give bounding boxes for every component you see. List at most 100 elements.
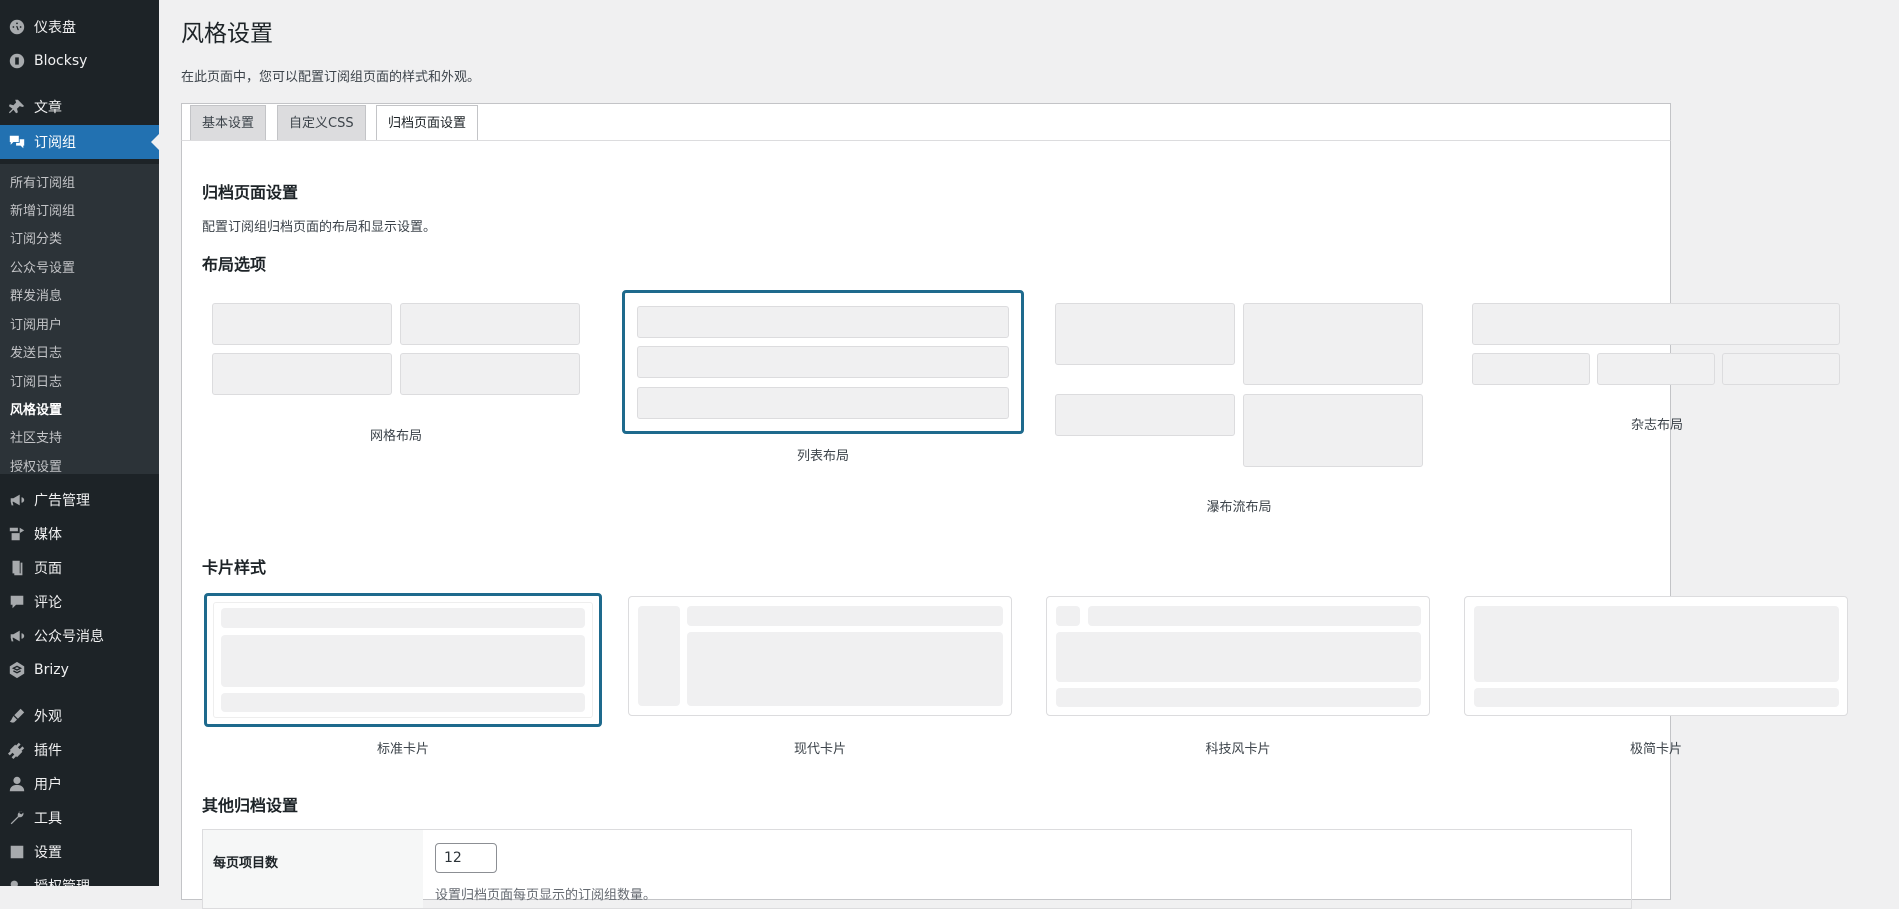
layout-heading: 布局选项 — [202, 255, 267, 274]
menu-label: 公众号消息 — [34, 629, 104, 645]
megaphone-icon — [0, 627, 34, 645]
menu-label: 用户 — [34, 777, 62, 793]
menu-subscription-groups[interactable]: 订阅组 — [0, 125, 159, 159]
menu-tools[interactable]: 工具 — [0, 801, 159, 835]
menu-brizy[interactable]: Brizy — [0, 653, 159, 687]
menu-media[interactable]: 媒体 — [0, 517, 159, 551]
tab-archive-page-settings[interactable]: 归档页面设置 — [376, 105, 479, 142]
submenu: 所有订阅组 新增订阅组 订阅分类 公众号设置 群发消息 订阅用户 发送日志 订阅… — [0, 164, 159, 475]
user-icon — [0, 775, 34, 793]
menu-label: 工具 — [34, 811, 62, 827]
menu-pages[interactable]: 页面 — [0, 551, 159, 585]
submenu-license[interactable]: 授权设置 — [10, 458, 62, 478]
pin-icon — [0, 98, 34, 116]
submenu-community[interactable]: 社区支持 — [10, 429, 62, 449]
magazine-placeholder — [1722, 353, 1840, 385]
menu-label: 设置 — [34, 845, 62, 861]
menu-label: Brizy — [34, 662, 69, 678]
submenu-add-group[interactable]: 新增订阅组 — [10, 202, 75, 222]
card-label-minimal: 极简卡片 — [1629, 742, 1682, 757]
layout-option-magazine[interactable] — [1472, 303, 1842, 393]
tab-basic-settings[interactable]: 基本设置 — [190, 105, 267, 141]
card-style-heading: 卡片样式 — [202, 558, 267, 577]
menu-label: 仪表盘 — [34, 20, 76, 36]
archive-heading: 归档页面设置 — [202, 183, 299, 202]
grid-placeholder — [400, 303, 580, 345]
menu-plugins[interactable]: 插件 — [0, 733, 159, 767]
card-option-modern[interactable] — [628, 596, 1012, 716]
card-placeholder — [221, 635, 585, 687]
card-label-tech: 科技风卡片 — [1205, 742, 1271, 757]
submenu-broadcast[interactable]: 群发消息 — [10, 287, 62, 307]
page-icon — [0, 559, 34, 577]
menu-label: 插件 — [34, 743, 62, 759]
list-placeholder — [637, 387, 1009, 419]
submenu-official-account[interactable]: 公众号设置 — [10, 259, 75, 279]
layout-option-list[interactable] — [622, 290, 1024, 434]
card-placeholder — [1056, 688, 1421, 707]
archive-description: 配置订阅组归档页面的布局和显示设置。 — [202, 220, 437, 235]
layout-label-magazine: 杂志布局 — [1630, 418, 1683, 433]
submenu-all-groups[interactable]: 所有订阅组 — [10, 174, 75, 194]
menu-label: 媒体 — [34, 527, 62, 543]
card-placeholder — [221, 693, 585, 712]
dashboard-icon — [0, 18, 34, 36]
grid-placeholder — [212, 303, 392, 345]
layout-label-masonry: 瀑布流布局 — [1206, 500, 1272, 515]
blocksy-icon — [0, 52, 34, 70]
menu-label: 广告管理 — [34, 493, 90, 509]
menu-ads[interactable]: 广告管理 — [0, 483, 159, 517]
magazine-placeholder — [1472, 303, 1840, 345]
menu-label: 订阅组 — [34, 135, 76, 151]
card-option-standard[interactable] — [204, 593, 602, 727]
grid-placeholder — [212, 353, 392, 395]
menu-settings[interactable]: 设置 — [0, 835, 159, 869]
menu-label: 文章 — [34, 100, 62, 116]
card-placeholder — [638, 606, 680, 706]
submenu-categories[interactable]: 订阅分类 — [10, 230, 62, 250]
menu-label: 外观 — [34, 709, 62, 725]
layout-label-grid: 网格布局 — [369, 429, 422, 444]
layout-label-list: 列表布局 — [796, 449, 849, 464]
submenu-style-settings[interactable]: 风格设置 — [10, 401, 62, 421]
settings-tabs: 基本设置 自定义CSS 归档页面设置 — [181, 103, 1671, 142]
masonry-placeholder — [1055, 303, 1235, 365]
per-page-help: 设置归档页面每页显示的订阅组数量。 — [435, 888, 657, 903]
layout-option-grid[interactable] — [212, 303, 582, 403]
menu-official-messages[interactable]: 公众号消息 — [0, 619, 159, 653]
card-option-minimal[interactable] — [1464, 596, 1848, 716]
list-placeholder — [637, 306, 1009, 338]
menu-label: Blocksy — [34, 53, 88, 69]
list-placeholder — [637, 346, 1009, 378]
tab-custom-css[interactable]: 自定义CSS — [277, 105, 366, 141]
card-label-standard: 标准卡片 — [376, 742, 429, 757]
menu-blocksy[interactable]: Blocksy — [0, 44, 159, 78]
menu-dashboard[interactable]: 仪表盘 — [0, 10, 159, 44]
card-placeholder — [687, 632, 1003, 706]
masonry-placeholder — [1243, 303, 1423, 385]
submenu-subscribers[interactable]: 订阅用户 — [10, 316, 62, 336]
menu-users[interactable]: 用户 — [0, 767, 159, 801]
menu-license-management[interactable]: 授权管理 — [0, 869, 159, 886]
admin-sidebar: 仪表盘 Blocksy 文章 订阅组 所有订阅组 新增订阅组 订阅分类 公众号设… — [0, 0, 159, 886]
card-option-tech[interactable] — [1046, 596, 1430, 716]
menu-posts[interactable]: 文章 — [0, 90, 159, 124]
card-placeholder — [1088, 606, 1421, 626]
per-page-input[interactable] — [435, 843, 497, 873]
brush-icon — [0, 707, 34, 725]
settings-row-header: 每页项目数 — [203, 830, 423, 908]
submenu-subscribe-log[interactable]: 订阅日志 — [10, 373, 62, 393]
card-placeholder — [687, 606, 1003, 626]
submenu-send-log[interactable]: 发送日志 — [10, 344, 62, 364]
page-description: 在此页面中，您可以配置订阅组页面的样式和外观。 — [181, 70, 481, 85]
comment-icon — [0, 593, 34, 611]
layout-option-masonry[interactable] — [1055, 303, 1425, 468]
menu-appearance[interactable]: 外观 — [0, 699, 159, 733]
masonry-placeholder — [1055, 394, 1235, 436]
archive-settings-panel: 归档页面设置 配置订阅组归档页面的布局和显示设置。 布局选项 网格布局 列表布局… — [181, 140, 1848, 909]
card-placeholder — [1056, 606, 1080, 626]
card-placeholder — [1474, 688, 1839, 707]
card-placeholder — [221, 608, 585, 628]
menu-comments[interactable]: 评论 — [0, 585, 159, 619]
masonry-placeholder — [1243, 394, 1423, 467]
